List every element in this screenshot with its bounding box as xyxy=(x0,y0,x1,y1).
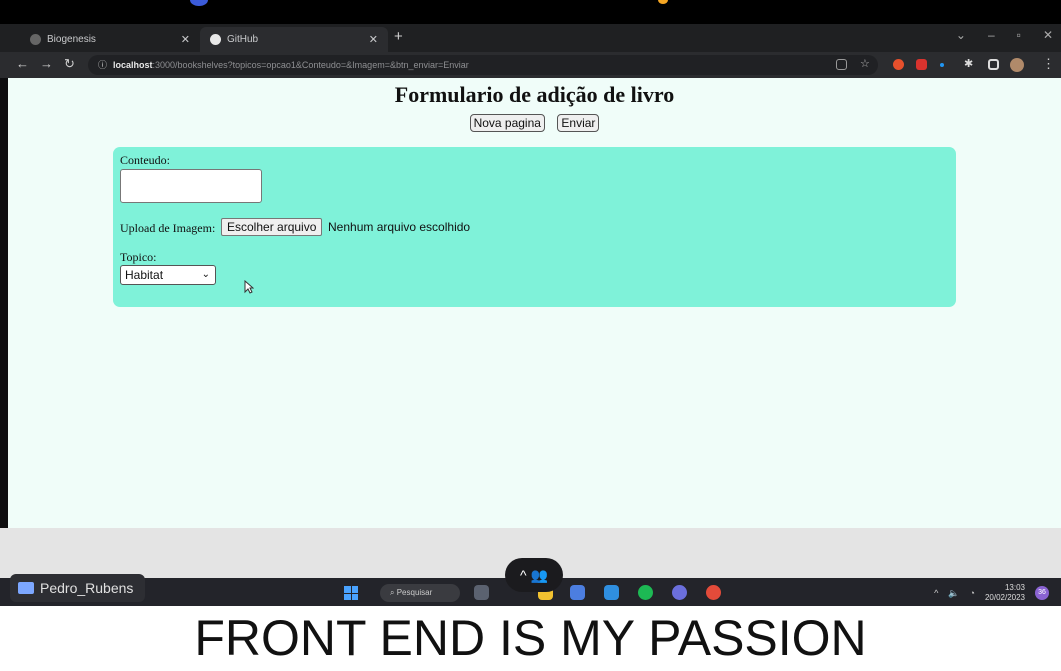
time: 13:03 xyxy=(1004,583,1025,592)
topic-label: Topico: xyxy=(120,250,157,264)
web-page: Formulario de adição de livro Nova pagin… xyxy=(8,78,1061,578)
profile-avatar[interactable] xyxy=(1010,58,1024,72)
taskbar-search[interactable]: ⌕ Pesquisar xyxy=(380,584,460,602)
topic-selected: Habitat xyxy=(125,268,164,282)
clock[interactable]: 13:03 20/02/2023 xyxy=(985,583,1025,603)
back-icon[interactable]: ← xyxy=(16,56,29,71)
window-controls: ⌄ – ▫ ✕ xyxy=(956,28,1053,42)
github-icon xyxy=(210,34,221,45)
chevron-down-icon[interactable]: ⌄ xyxy=(956,28,966,42)
star-icon[interactable]: ☆ xyxy=(860,57,871,70)
discord-icon[interactable] xyxy=(672,585,687,600)
address-bar: ← → ↻ ⓘ localhost:3000/bookshelves?topico… xyxy=(0,52,1061,78)
date: 20/02/2023 xyxy=(984,593,1025,602)
notification-badge[interactable]: 36 xyxy=(1035,586,1049,600)
send-button[interactable]: Enviar xyxy=(557,114,600,132)
top-strip xyxy=(0,0,1061,24)
share-icon[interactable] xyxy=(836,59,847,70)
globe-icon xyxy=(30,34,41,45)
extension-icon[interactable] xyxy=(940,63,944,67)
upload-label: Upload de Imagem: xyxy=(120,221,216,235)
extension-icon[interactable] xyxy=(893,59,904,70)
tab-bar: Biogenesis ✕ GitHub ✕ xyxy=(0,24,1061,52)
content-textarea[interactable] xyxy=(120,169,262,203)
wifi-icon[interactable]: ◔ xyxy=(970,588,975,598)
vscode-icon[interactable] xyxy=(604,585,619,600)
tab-label: GitHub xyxy=(227,34,259,45)
tab-biogenesis[interactable]: Biogenesis ✕ xyxy=(20,27,200,52)
page-title: Formulario de adição de livro xyxy=(394,82,675,107)
screen-icon xyxy=(18,582,34,594)
forward-icon[interactable]: → xyxy=(40,56,53,71)
form-panel: Conteudo: Upload de Imagem: Escolher arq… xyxy=(113,147,956,307)
presenter-badge: Pedro_Rubens xyxy=(10,574,146,602)
extension-icon[interactable] xyxy=(916,59,927,70)
chrome-icon[interactable] xyxy=(706,585,721,600)
menu-icon[interactable]: ⋮ xyxy=(1042,56,1055,72)
task-view-icon[interactable] xyxy=(474,585,489,600)
minimize-icon[interactable]: – xyxy=(988,28,995,42)
button-row: Nova pagina Enviar xyxy=(8,114,1061,132)
teams-icon[interactable] xyxy=(570,585,585,600)
chevron-down-icon: ⌄ xyxy=(201,269,210,280)
chevron-up-icon[interactable]: ^ xyxy=(934,588,938,598)
restore-icon[interactable]: ▫ xyxy=(1017,28,1021,42)
tab-label: Biogenesis xyxy=(47,34,96,45)
video-caption: FRONT END IS MY PASSION xyxy=(0,606,1061,671)
screen-share-bubble[interactable]: ^ 👥 xyxy=(505,558,563,592)
url-field[interactable]: ⓘ localhost:3000/bookshelves?topicos=opca… xyxy=(88,55,878,75)
topic-select[interactable]: Habitat ⌄ xyxy=(120,265,216,285)
close-icon[interactable]: ✕ xyxy=(181,33,190,46)
info-icon[interactable]: ⓘ xyxy=(98,60,107,70)
content-label: Conteudo: xyxy=(120,153,170,167)
new-page-button[interactable]: Nova pagina xyxy=(469,114,545,132)
screen-recording: Biogenesis ✕ GitHub ✕ + ⌄ – ▫ ✕ ← → ↻ ⓘ l… xyxy=(0,0,1061,606)
close-icon[interactable]: ✕ xyxy=(369,33,378,46)
spotify-icon[interactable] xyxy=(638,585,653,600)
mouse-cursor-icon xyxy=(244,280,254,294)
search-label: Pesquisar xyxy=(396,588,433,597)
system-tray: ^ 🔈 ◔ 13:03 20/02/2023 36 xyxy=(934,583,1049,603)
app-icon xyxy=(190,0,208,6)
file-status: Nenhum arquivo escolhido xyxy=(328,220,471,234)
choose-file-button[interactable]: Escolher arquivo xyxy=(221,218,323,236)
reload-icon[interactable]: ↻ xyxy=(64,56,75,72)
tab-github[interactable]: GitHub ✕ xyxy=(200,27,388,52)
app-icon xyxy=(658,0,668,4)
url-path: :3000/bookshelves?topicos=opcao1&Conteud… xyxy=(152,60,469,70)
windows-start-icon[interactable] xyxy=(344,586,358,600)
new-tab-button[interactable]: + xyxy=(394,28,403,45)
close-icon[interactable]: ✕ xyxy=(1043,28,1053,42)
volume-icon[interactable]: 🔈 xyxy=(948,588,959,599)
presenter-name: Pedro_Rubens xyxy=(40,580,134,596)
sidebar-icon[interactable] xyxy=(988,59,999,70)
puzzle-icon[interactable]: ✱ xyxy=(964,57,975,70)
url-host: localhost xyxy=(113,60,153,70)
